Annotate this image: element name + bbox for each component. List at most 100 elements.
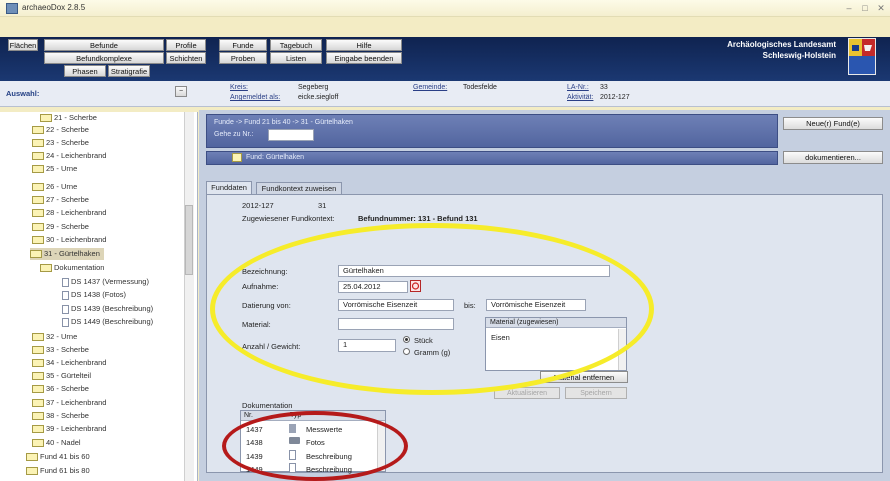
tree-item-label: Fund 61 bis 80 [40,466,90,475]
tree-item-label: Fund 41 bis 60 [40,452,90,461]
tree-scroll-thumb[interactable] [185,205,193,275]
folder-icon [32,139,44,148]
tree-item[interactable]: Fund 61 bis 80 [26,465,90,477]
menu-befundkomplexe[interactable]: Befundkomplexe [44,52,164,64]
tree-item[interactable]: 34 - Leichenbrand [32,357,106,369]
tree-item-label: DS 1438 (Fotos) [71,290,127,299]
app-icon [6,3,18,14]
tree-item[interactable]: 29 - Scherbe [32,221,89,233]
dokumentieren-button[interactable]: dokumentieren... [783,151,883,164]
tree-item[interactable]: 24 - Leichenbrand [32,150,106,162]
collapse-icon[interactable]: − [175,86,187,97]
tree-item[interactable]: DS 1438 (Fotos) [62,289,126,301]
tree-item[interactable]: 33 - Scherbe [32,344,89,356]
tree-item-label: 36 - Scherbe [46,384,89,393]
tree-item[interactable]: Dokumentation [40,262,104,274]
folder-icon [32,183,44,192]
tree-item-label: 40 - Nadel [46,438,81,447]
tree-item[interactable]: 30 - Leichenbrand [32,234,106,246]
folder-icon [32,223,44,232]
tree-item[interactable]: 35 - Gürtelteil [32,370,91,382]
menu-flaechen[interactable]: Flächen [8,39,38,51]
tree-item[interactable]: 26 - Urne [32,181,77,193]
gemeinde-value: Todesfelde [463,84,497,91]
tree-item-label: 39 - Leichenbrand [46,424,107,433]
gehe-zu-input[interactable] [268,129,314,141]
tree-item[interactable]: 37 - Leichenbrand [32,397,106,409]
folder-icon [32,236,44,245]
folder-icon [32,209,44,218]
fund-number: 31 [318,201,327,210]
folder-icon [32,412,44,421]
minimize-button[interactable]: – [842,2,856,14]
tree-item[interactable]: 39 - Leichenbrand [32,423,106,435]
col-nr[interactable]: Nr. [244,412,253,419]
tree-item-label: 27 - Scherbe [46,195,89,204]
menu-hilfe[interactable]: Hilfe [326,39,402,51]
tree-item[interactable]: DS 1439 (Beschreibung) [62,303,153,315]
close-button[interactable]: ✕ [874,2,888,14]
tab-funddaten[interactable]: Funddaten [206,181,252,194]
tree-scrollbar[interactable] [184,112,194,481]
folder-icon [40,264,52,273]
menu-funde[interactable]: Funde [219,39,267,51]
folder-icon [32,359,44,368]
tree-item-label: 25 - Urne [46,164,78,173]
speichern-button[interactable]: Speichern [565,387,627,399]
tree-item[interactable]: DS 1449 (Beschreibung) [62,316,153,328]
tab-fundkontext-zuweisen[interactable]: Fundkontext zuweisen [256,182,342,194]
document-icon [62,317,69,327]
tree-item-label: 26 - Urne [46,182,78,191]
tree-item-label: DS 1437 (Vermessung) [71,277,149,286]
aktivitaet-label: Aktivität: [567,94,594,101]
tree-item[interactable]: 23 - Scherbe [32,137,89,149]
tree-item-selected[interactable]: 31 - Gürtelhaken [30,248,104,260]
tree-item-label: 33 - Scherbe [46,345,89,354]
tree-item[interactable]: 36 - Scherbe [32,383,89,395]
tree-item[interactable]: 25 - Urne [32,163,77,175]
fund-header: Fund: Gürtelhaken [246,154,304,161]
kreis-label: Kreis: [230,84,248,91]
tree-item[interactable]: 21 - Scherbe [40,112,97,124]
tree-item-label: 38 - Scherbe [46,411,89,420]
menu-schichten[interactable]: Schichten [166,52,206,64]
tree-item[interactable]: 32 - Urne [32,331,77,343]
menu-listen[interactable]: Listen [270,52,322,64]
tree-item[interactable]: 22 - Scherbe [32,124,89,136]
menu-eingabe-beenden[interactable]: Eingabe beenden [326,52,402,64]
breadcrumb[interactable]: Funde -> Fund 21 bis 40 -> 31 - Gürtelha… [214,119,353,126]
menu-phasen[interactable]: Phasen [64,65,106,77]
tree-item[interactable]: Fund 41 bis 60 [26,451,90,463]
folder-icon [32,165,44,174]
tree-item-label: 24 - Leichenbrand [46,151,107,160]
tree-item[interactable]: 40 - Nadel [32,437,81,449]
coat-of-arms-icon [848,38,876,75]
tree-item-label: Dokumentation [54,263,105,272]
document-icon [62,304,69,314]
maximize-button[interactable]: □ [858,2,872,14]
folder-icon [32,152,44,161]
folder-icon [32,399,44,408]
angemeldet-value: eicke.siegloff [298,94,339,101]
menu-profile[interactable]: Profile [166,39,206,51]
tree-item[interactable]: 27 - Scherbe [32,194,89,206]
folder-icon [40,114,52,123]
aktivitaet-number: 2012-127 [242,201,274,210]
folder-icon [32,126,44,135]
neue-funde-button[interactable]: Neue(r) Fund(e) [783,117,883,130]
menu-stratigrafie[interactable]: Stratigrafie [108,65,150,77]
menu-proben[interactable]: Proben [219,52,267,64]
document-icon [62,277,69,287]
tree-item-label: 21 - Scherbe [54,113,97,122]
menu-befunde[interactable]: Befunde [44,39,164,51]
zugewiesen-value: Befundnummer: 131 - Befund 131 [358,214,478,223]
folder-icon [26,453,38,462]
zugewiesen-label: Zugewiesener Fundkontext: [242,214,335,223]
tree-item-label: 23 - Scherbe [46,138,89,147]
tree-item[interactable]: DS 1437 (Vermessung) [62,276,149,288]
tree-item[interactable]: 28 - Leichenbrand [32,207,106,219]
tree-item[interactable]: 38 - Scherbe [32,410,89,422]
la-nr-value: 33 [600,84,608,91]
highlight-ellipse-yellow [210,223,654,395]
menu-tagebuch[interactable]: Tagebuch [270,39,322,51]
